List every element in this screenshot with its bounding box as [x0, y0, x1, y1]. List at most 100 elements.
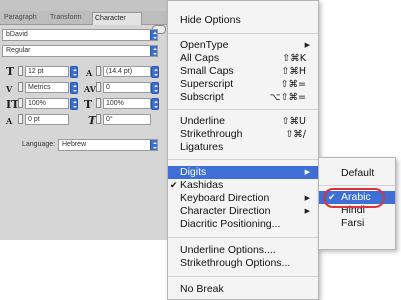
font-size-icon: T	[6, 65, 15, 78]
kerning-value: Metrics	[28, 84, 51, 91]
baseline-shift-value: 0 pt	[28, 116, 40, 123]
menu-item-opentype[interactable]: OpenType ▶	[168, 39, 318, 52]
skew-icon: T	[88, 114, 97, 127]
menu-item-label: No Break	[180, 283, 224, 295]
skew-stepper[interactable]	[96, 114, 101, 124]
menu-separator	[168, 109, 318, 110]
kerning-icon: V	[6, 84, 13, 94]
menu-item-underline-options[interactable]: Underline Options....	[168, 244, 318, 257]
tab-paragraph[interactable]: Paragraph	[2, 12, 46, 25]
submenu-arrow-icon: ▶	[304, 169, 310, 176]
vertical-scale-value: 100%	[28, 100, 46, 107]
menu-item-shortcut: ⇧⌘U	[281, 116, 306, 127]
menu-item-shortcut: ⇧⌘H	[281, 66, 306, 77]
leading-field[interactable]: (14.4 pt)	[103, 66, 151, 77]
language-select[interactable]: Hebrew	[58, 139, 158, 151]
submenu-arrow-icon: ▶	[304, 195, 310, 202]
menu-separator	[168, 237, 318, 238]
leading-icon: A	[86, 68, 93, 78]
panel-tab-bar: Paragraph Transform Character	[0, 11, 178, 34]
menu-separator	[168, 159, 318, 160]
font-size-value: 12 pt	[28, 68, 44, 75]
menu-item-label: Strikethrough	[180, 128, 243, 140]
font-size-stepper[interactable]	[18, 66, 23, 76]
menu-item-all-caps[interactable]: All Caps ⇧⌘K	[168, 52, 318, 65]
panel-title-bar	[0, 0, 178, 11]
tracking-field[interactable]: 0	[103, 82, 151, 93]
menu-separator	[168, 33, 318, 34]
menu-item-diacritic-positioning[interactable]: Diacritic Positioning...	[168, 218, 318, 231]
baseline-shift-icon: A	[6, 116, 13, 126]
kerning-field[interactable]: Metrics	[25, 82, 69, 93]
submenu-item-default[interactable]: Default	[319, 167, 395, 180]
menu-item-shortcut: ⇧⌘K	[282, 53, 306, 64]
chevron-updown-icon[interactable]	[151, 98, 159, 110]
menu-item-superscript[interactable]: Superscript ⇧⌘=	[168, 78, 318, 91]
tracking-value: 0	[106, 84, 110, 91]
vertical-scale-stepper[interactable]	[18, 98, 23, 108]
vertical-scale-field[interactable]: 100%	[25, 98, 69, 109]
menu-item-label: Character Direction	[180, 205, 271, 217]
menu-item-keyboard-direction[interactable]: Keyboard Direction ▶	[168, 192, 318, 205]
chevron-updown-icon[interactable]	[151, 66, 159, 78]
menu-item-shortcut: ⇧⌘/	[285, 129, 306, 140]
submenu-arrow-icon: ▶	[304, 208, 310, 215]
chevron-updown-icon[interactable]	[70, 66, 78, 78]
chevron-updown-icon	[150, 46, 157, 56]
chevron-updown-icon[interactable]	[151, 82, 159, 94]
menu-item-label: All Caps	[180, 52, 220, 64]
menu-item-label: Underline Options....	[180, 244, 276, 256]
menu-item-no-break[interactable]: No Break	[168, 283, 318, 296]
chevron-updown-icon[interactable]	[70, 98, 78, 110]
horizontal-scale-icon: T	[84, 98, 93, 111]
menu-item-digits[interactable]: Digits ▶	[168, 166, 318, 179]
menu-separator	[319, 185, 395, 186]
menu-item-label: OpenType	[180, 39, 229, 51]
tracking-stepper[interactable]	[96, 82, 101, 92]
menu-item-strikethrough-options[interactable]: Strikethrough Options...	[168, 257, 318, 270]
menu-item-small-caps[interactable]: Small Caps ⇧⌘H	[168, 65, 318, 78]
language-value: Hebrew	[62, 141, 87, 148]
menu-item-label: Kashidas	[180, 179, 224, 191]
chevron-updown-icon	[150, 30, 157, 40]
highlight-ring	[323, 188, 385, 208]
baseline-shift-stepper[interactable]	[18, 114, 23, 124]
kerning-stepper[interactable]	[18, 82, 23, 92]
font-family-select[interactable]: bDavid	[2, 29, 158, 41]
leading-stepper[interactable]	[96, 66, 101, 76]
submenu-item-farsi[interactable]: Farsi	[319, 217, 395, 230]
menu-item-hide-options[interactable]: Hide Options	[168, 14, 318, 27]
menu-item-character-direction[interactable]: Character Direction ▶	[168, 205, 318, 218]
menu-item-underline[interactable]: Underline ⇧⌘U	[168, 115, 318, 128]
menu-item-label: Underline	[180, 115, 225, 127]
menu-separator	[168, 276, 318, 277]
menu-item-label: Digits	[180, 166, 207, 178]
submenu-arrow-icon: ▶	[304, 42, 310, 49]
chevron-updown-icon[interactable]	[70, 82, 78, 94]
menu-item-ligatures[interactable]: Ligatures	[168, 141, 318, 154]
horizontal-scale-field[interactable]: 100%	[103, 98, 151, 109]
horizontal-scale-stepper[interactable]	[96, 98, 101, 108]
baseline-shift-field[interactable]: 0 pt	[25, 114, 69, 125]
menu-item-label: Strikethrough Options...	[180, 257, 291, 269]
horizontal-scale-value: 100%	[106, 100, 124, 107]
menu-item-strikethrough[interactable]: Strikethrough ⇧⌘/	[168, 128, 318, 141]
tab-character[interactable]: Character	[92, 12, 142, 25]
tab-transform[interactable]: Transform	[48, 12, 90, 25]
menu-item-label: Superscript	[180, 78, 234, 90]
font-style-select[interactable]: Regular	[2, 45, 158, 57]
character-panel: Paragraph Transform Character bDavid Reg…	[0, 0, 178, 240]
skew-value: 0°	[106, 116, 113, 123]
menu-item-label: Hide Options	[180, 14, 241, 26]
menu-item-shortcut: ⌥⇧⌘=	[269, 92, 306, 103]
font-size-field[interactable]: 12 pt	[25, 66, 69, 77]
menu-item-kashidas[interactable]: ✔ Kashidas	[168, 179, 318, 192]
menu-item-label: Small Caps	[180, 65, 234, 77]
menu-item-subscript[interactable]: Subscript ⌥⇧⌘=	[168, 91, 318, 104]
language-label: Language:	[22, 141, 56, 148]
font-family-value: bDavid	[6, 31, 28, 38]
chevron-updown-icon	[150, 140, 157, 150]
skew-field[interactable]: 0°	[103, 114, 151, 125]
font-style-value: Regular	[6, 47, 31, 54]
checkmark-icon: ✔	[170, 180, 178, 190]
